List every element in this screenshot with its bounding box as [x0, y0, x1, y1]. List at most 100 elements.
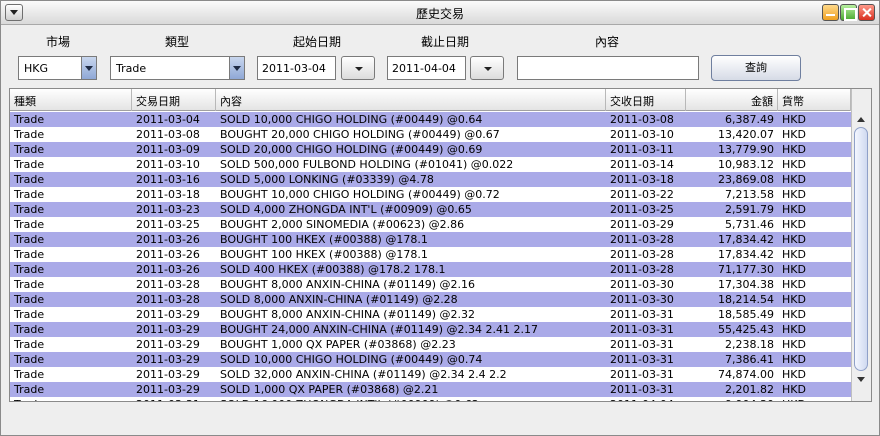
cell-trade-date: 2011-03-29	[136, 308, 200, 321]
cell-content: SOLD 400 HKEX (#00388) @178.2 178.1	[220, 263, 446, 276]
table-row[interactable]: Trade 2011-03-26 BOUGHT 100 HKEX (#00388) …	[10, 247, 851, 262]
cell-settle-date: 2011-03-08	[610, 113, 674, 126]
cell-currency: HKD	[782, 158, 806, 171]
cell-amount: 13,779.90	[718, 143, 774, 156]
cell-content: BOUGHT 24,000 ANXIN-CHINA (#01149) @2.34…	[220, 323, 538, 336]
query-button[interactable]: 查詢	[711, 55, 801, 81]
column-header-currency[interactable]: 貨幣	[778, 89, 851, 111]
column-header-amount[interactable]: 金額	[686, 89, 778, 111]
scroll-up-icon[interactable]	[856, 115, 866, 125]
cell-currency: HKD	[782, 233, 806, 246]
cell-content: BOUGHT 20,000 CHIGO HOLDING (#00449) @0.…	[220, 128, 500, 141]
table-row[interactable]: Trade 2011-03-26 BOUGHT 100 HKEX (#00388) …	[10, 232, 851, 247]
cell-settle-date: 2011-03-31	[610, 353, 674, 366]
cell-currency: HKD	[782, 263, 806, 276]
table-row[interactable]: Trade 2011-03-29 SOLD 1,000 QX PAPER (#038…	[10, 382, 851, 397]
table-row[interactable]: Trade 2011-03-08 BOUGHT 20,000 CHIGO HOLDI…	[10, 127, 851, 142]
cell-currency: HKD	[782, 308, 806, 321]
cell-currency: HKD	[782, 368, 806, 381]
minimize-icon[interactable]	[822, 4, 839, 21]
cell-currency: HKD	[782, 353, 806, 366]
cell-content: BOUGHT 100 HKEX (#00388) @178.1	[220, 248, 428, 261]
cell-kind: Trade	[14, 368, 45, 381]
cell-settle-date: 2011-03-28	[610, 263, 674, 276]
table-row[interactable]: Trade 2011-03-23 SOLD 4,000 ZHONGDA INT'L …	[10, 202, 851, 217]
close-icon[interactable]	[858, 4, 875, 21]
cell-kind: Trade	[14, 308, 45, 321]
cell-trade-date: 2011-03-29	[136, 323, 200, 336]
table-row[interactable]: Trade 2011-03-28 SOLD 8,000 ANXIN-CHINA (#…	[10, 292, 851, 307]
end-date-label: 截止日期	[420, 35, 469, 49]
type-select[interactable]: Trade	[110, 56, 245, 80]
cell-kind: Trade	[14, 338, 45, 351]
end-date-picker-button[interactable]	[470, 56, 504, 80]
start-date-field[interactable]: 2011-03-04	[257, 56, 336, 80]
table-row[interactable]: Trade 2011-03-16 SOLD 5,000 LONKING (#0333…	[10, 172, 851, 187]
table-row[interactable]: Trade 2011-03-29 BOUGHT 1,000 QX PAPER (#0…	[10, 337, 851, 352]
history-trades-window: 歷史交易 市場 類型 起始日期 截止日期 內容 HKG Trade 2011-0…	[0, 0, 880, 436]
chevron-down-icon[interactable]	[81, 57, 96, 79]
vertical-scrollbar[interactable]	[851, 89, 871, 401]
table-row[interactable]: Trade 2011-03-28 BOUGHT 8,000 ANXIN-CHINA …	[10, 277, 851, 292]
cell-content: BOUGHT 8,000 ANXIN-CHINA (#01149) @2.32	[220, 308, 476, 321]
market-select-value: HKG	[24, 62, 49, 75]
column-header-settle-date[interactable]: 交收日期	[606, 89, 686, 111]
cell-amount: 10,983.12	[718, 158, 774, 171]
cell-kind: Trade	[14, 113, 45, 126]
cell-trade-date: 2011-03-26	[136, 233, 200, 246]
cell-settle-date: 2011-03-14	[610, 158, 674, 171]
table-row[interactable]: Trade 2011-03-29 BOUGHT 24,000 ANXIN-CHINA…	[10, 322, 851, 337]
cell-trade-date: 2011-03-04	[136, 113, 200, 126]
table-row[interactable]: Trade 2011-03-29 SOLD 32,000 ANXIN-CHINA (…	[10, 367, 851, 382]
window-title: 歷史交易	[415, 7, 464, 21]
cell-currency: HKD	[782, 278, 806, 291]
start-date-picker-button[interactable]	[341, 56, 375, 80]
maximize-icon[interactable]	[840, 4, 857, 21]
cell-trade-date: 2011-03-29	[136, 353, 200, 366]
cell-amount: 55,425.43	[718, 323, 774, 336]
table-row[interactable]: Trade 2011-03-10 SOLD 500,000 FULBOND HOLD…	[10, 157, 851, 172]
column-header-content[interactable]: 內容	[216, 89, 606, 111]
cell-kind: Trade	[14, 383, 45, 396]
cell-kind: Trade	[14, 278, 45, 291]
cell-kind: Trade	[14, 233, 45, 246]
title-bar: 歷史交易	[1, 1, 879, 25]
cell-amount: 2,591.79	[725, 203, 774, 216]
end-date-value: 2011-04-04	[392, 62, 456, 75]
table-row[interactable]: Trade2011-03-31SOLD 16,000 ZHONGDA INT'L…	[10, 397, 851, 401]
end-date-field[interactable]: 2011-04-04	[387, 56, 466, 80]
cell-settle-date: 2011-03-30	[610, 278, 674, 291]
cell-settle-date: 2011-03-29	[610, 218, 674, 231]
table-row[interactable]: Trade 2011-03-29 SOLD 10,000 CHIGO HOLDING…	[10, 352, 851, 367]
content-input[interactable]	[517, 56, 699, 80]
cell-amount: 17,834.42	[718, 233, 774, 246]
market-select[interactable]: HKG	[18, 56, 97, 80]
cell-content: SOLD 10,000 CHIGO HOLDING (#00449) @0.74	[220, 353, 483, 366]
table-row[interactable]: Trade 2011-03-26 SOLD 400 HKEX (#00388) @1…	[10, 262, 851, 277]
scroll-thumb[interactable]	[854, 127, 868, 371]
table-row[interactable]: Trade 2011-03-25 BOUGHT 2,000 SINOMEDIA (#…	[10, 217, 851, 232]
cell-settle-date: 2011-03-18	[610, 173, 674, 186]
column-header-kind[interactable]: 種類	[10, 89, 132, 111]
cell-amount: 7,213.58	[725, 188, 774, 201]
cell-trade-date: 2011-03-23	[136, 203, 200, 216]
table-row[interactable]: Trade 2011-03-09 SOLD 20,000 CHIGO HOLDING…	[10, 142, 851, 157]
chevron-down-icon[interactable]	[229, 57, 244, 79]
cell-currency: HKD	[782, 188, 806, 201]
cell-kind: Trade	[10, 397, 132, 401]
column-header-trade-date[interactable]: 交易日期	[132, 89, 216, 111]
cell-amount: 18,585.49	[718, 308, 774, 321]
cell-currency: HKD	[782, 338, 806, 351]
table-row[interactable]: Trade 2011-03-04 SOLD 10,000 CHIGO HOLDING…	[10, 112, 851, 127]
cell-content: BOUGHT 1,000 QX PAPER (#03868) @2.23	[220, 338, 456, 351]
scroll-down-icon[interactable]	[856, 375, 866, 385]
table-row[interactable]: Trade 2011-03-29 BOUGHT 8,000 ANXIN-CHINA …	[10, 307, 851, 322]
cell-currency: HKD	[778, 397, 851, 401]
table-body: Trade 2011-03-04 SOLD 10,000 CHIGO HOLDING…	[10, 112, 851, 401]
status-bar	[1, 405, 879, 435]
cell-content: SOLD 16,000 ZHONGDA INT'L (#00909) @0.62	[216, 397, 606, 401]
cell-kind: Trade	[14, 158, 45, 171]
cell-content: SOLD 1,000 QX PAPER (#03868) @2.21	[220, 383, 439, 396]
table-row[interactable]: Trade 2011-03-18 BOUGHT 10,000 CHIGO HOLDI…	[10, 187, 851, 202]
cell-kind: Trade	[14, 248, 45, 261]
